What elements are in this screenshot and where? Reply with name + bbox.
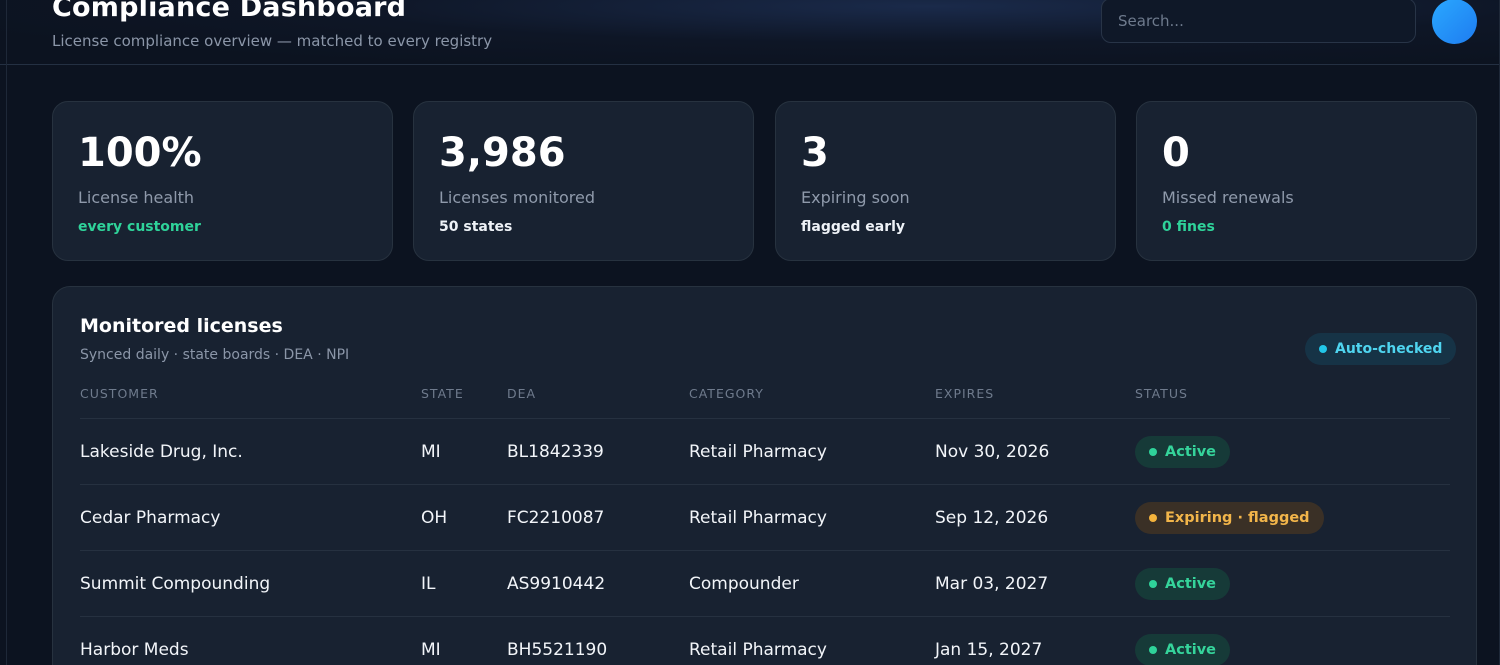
- cell-expires: Sep 12, 2026: [935, 508, 1049, 528]
- column-header-dea[interactable]: DEA: [507, 386, 536, 401]
- left-divider: [6, 0, 7, 665]
- status-label: Expiring · flagged: [1165, 510, 1310, 526]
- cell-dea: BH5521190: [507, 640, 608, 660]
- status-dot-icon: [1149, 580, 1157, 588]
- stat-value: 100%: [78, 130, 202, 176]
- status-label: Active: [1165, 444, 1217, 460]
- auto-checked-label: Auto-checked: [1335, 341, 1443, 357]
- stat-value: 0: [1162, 130, 1190, 176]
- cell-expires: Nov 30, 2026: [935, 442, 1050, 462]
- search-input[interactable]: [1102, 0, 1415, 42]
- status-badge: Active: [1135, 568, 1231, 600]
- stat-note: flagged early: [801, 219, 906, 235]
- stat-note: 0 fines: [1162, 219, 1215, 235]
- status-dot-icon: [1319, 345, 1327, 353]
- page-subtitle: License compliance overview — matched to…: [52, 32, 493, 50]
- stat-card-expiring-soon: 3 Expiring soon flagged early: [775, 101, 1116, 261]
- stat-card-missed-renewals: 0 Missed renewals 0 fines: [1136, 101, 1477, 261]
- column-header-category[interactable]: CATEGORY: [689, 386, 764, 401]
- status-label: Active: [1165, 642, 1217, 658]
- cell-category: Retail Pharmacy: [689, 640, 827, 660]
- panel-subtitle: Synced daily · state boards · DEA · NPI: [80, 347, 350, 363]
- page-title: Compliance Dashboard: [52, 0, 407, 23]
- status-badge: Active: [1135, 634, 1231, 665]
- stat-value: 3: [801, 130, 829, 176]
- cell-dea: FC2210087: [507, 508, 605, 528]
- column-header-customer[interactable]: CUSTOMER: [80, 386, 159, 401]
- panel-title: Monitored licenses: [80, 315, 283, 337]
- cell-state: IL: [421, 574, 436, 594]
- monitored-licenses-panel: Monitored licenses Synced daily · state …: [52, 286, 1477, 665]
- cell-expires: Jan 15, 2027: [935, 640, 1043, 660]
- status-label: Active: [1165, 576, 1217, 592]
- status-dot-icon: [1149, 514, 1157, 522]
- table-row[interactable]: Lakeside Drug, Inc. MI BL1842339 Retail …: [80, 418, 1450, 484]
- stat-note: 50 states: [439, 219, 513, 235]
- table-row[interactable]: Cedar Pharmacy OH FC2210087 Retail Pharm…: [80, 484, 1450, 550]
- cell-expires: Mar 03, 2027: [935, 574, 1049, 594]
- stat-label: Licenses monitored: [439, 188, 595, 207]
- cell-category: Compounder: [689, 574, 799, 594]
- table-row[interactable]: Summit Compounding IL AS9910442 Compound…: [80, 550, 1450, 616]
- stat-label: Expiring soon: [801, 188, 910, 207]
- cell-customer: Lakeside Drug, Inc.: [80, 442, 243, 462]
- stat-card-licenses-monitored: 3,986 Licenses monitored 50 states: [413, 101, 754, 261]
- search-box[interactable]: [1101, 0, 1416, 43]
- column-header-state[interactable]: STATE: [421, 386, 464, 401]
- table-row[interactable]: Harbor Meds MI BH5521190 Retail Pharmacy…: [80, 616, 1450, 665]
- stat-card-license-health: 100% License health every customer: [52, 101, 393, 261]
- cell-customer: Summit Compounding: [80, 574, 271, 594]
- cell-category: Retail Pharmacy: [689, 508, 827, 528]
- cell-state: OH: [421, 508, 448, 528]
- cell-customer: Cedar Pharmacy: [80, 508, 221, 528]
- stat-note: every customer: [78, 219, 201, 235]
- cell-state: MI: [421, 640, 441, 660]
- status-badge: Active: [1135, 436, 1231, 468]
- cell-dea: AS9910442: [507, 574, 606, 594]
- cell-state: MI: [421, 442, 441, 462]
- column-header-status[interactable]: STATUS: [1135, 386, 1188, 401]
- cell-customer: Harbor Meds: [80, 640, 189, 660]
- column-header-expires[interactable]: EXPIRES: [935, 386, 994, 401]
- status-badge: Expiring · flagged: [1135, 502, 1324, 534]
- status-dot-icon: [1149, 448, 1157, 456]
- status-dot-icon: [1149, 646, 1157, 654]
- cell-category: Retail Pharmacy: [689, 442, 827, 462]
- stat-label: Missed renewals: [1162, 188, 1294, 207]
- stat-value: 3,986: [439, 130, 566, 176]
- stat-label: License health: [78, 188, 195, 207]
- cell-dea: BL1842339: [507, 442, 604, 462]
- auto-checked-badge: Auto-checked: [1305, 333, 1457, 365]
- avatar[interactable]: [1432, 0, 1477, 44]
